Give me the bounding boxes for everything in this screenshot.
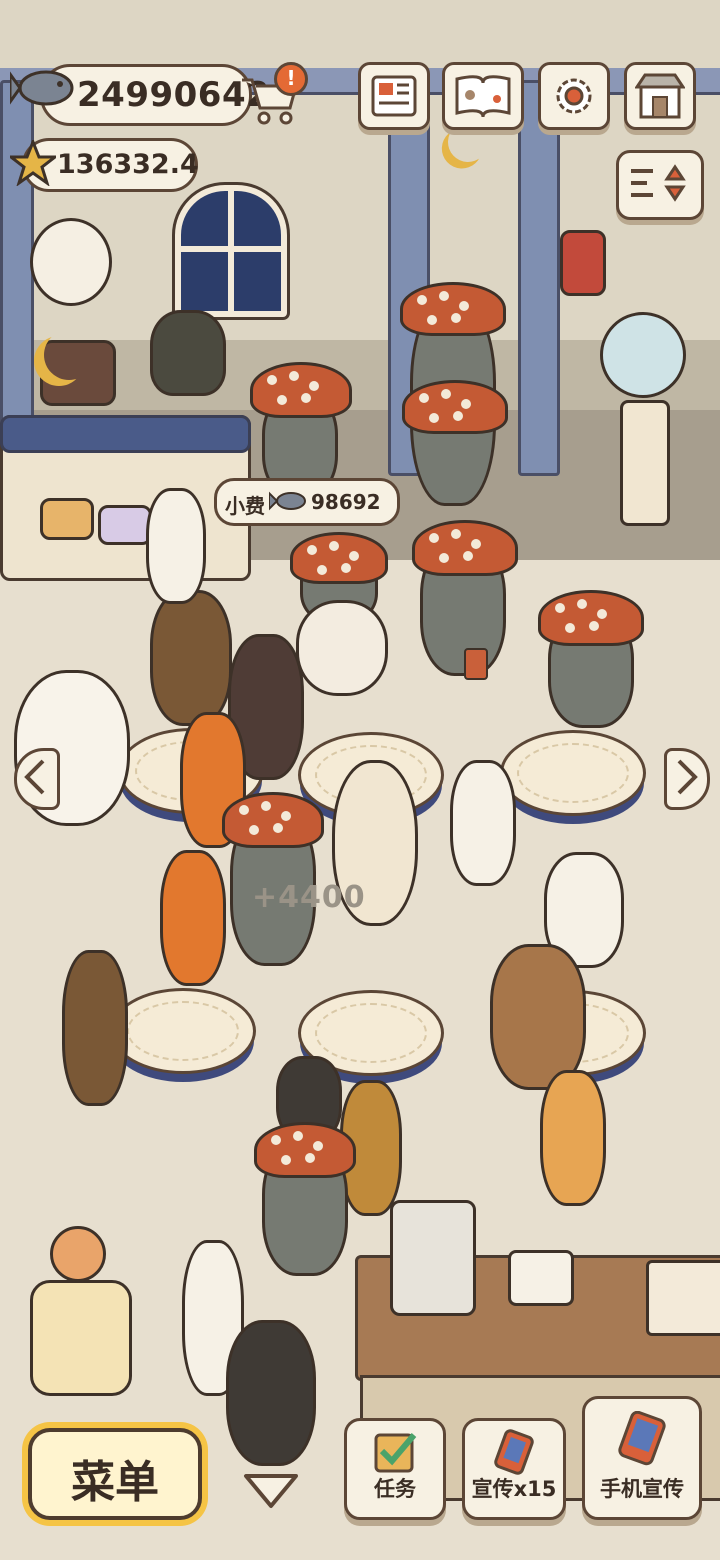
coffee-siphon xyxy=(390,1200,476,1316)
settings-button[interactable] xyxy=(538,62,610,130)
night-window xyxy=(175,185,287,317)
fairy-cat-customer[interactable] xyxy=(540,1070,606,1206)
rabbit-customer[interactable] xyxy=(146,488,206,604)
tip-label: 小费 xyxy=(225,494,265,518)
newspaper-icon xyxy=(371,75,417,117)
paw-book-button[interactable] xyxy=(442,62,524,130)
task-button-label: 任务 xyxy=(374,1477,416,1501)
terrarium-globe xyxy=(600,312,686,398)
black-cat-waiter xyxy=(150,310,226,396)
menu-button-label: 菜单 xyxy=(71,1457,159,1508)
shelf-top xyxy=(0,415,251,453)
floating-reward-text: +4400 xyxy=(252,880,366,915)
chevron-left-icon xyxy=(24,759,45,795)
mushroom-hat xyxy=(254,1122,356,1178)
pillar-right xyxy=(518,80,560,476)
mushroom-hat xyxy=(400,282,506,336)
chinese-knot-decoration xyxy=(560,230,606,296)
coffee-cup xyxy=(508,1250,574,1306)
cafe-scene xyxy=(0,0,720,1560)
cart-alert-badge: ! xyxy=(274,62,308,96)
sort-icon xyxy=(631,164,686,202)
settings-gear-icon xyxy=(556,78,592,114)
tip-value: 98692 xyxy=(311,490,381,514)
goat-customer[interactable] xyxy=(450,760,516,886)
moon-cake-topper xyxy=(44,330,94,380)
badger-customer[interactable] xyxy=(226,1320,316,1466)
fox-customer[interactable] xyxy=(160,850,226,986)
promo-button[interactable]: 宣传x15 xyxy=(462,1418,566,1520)
mushroom-hat xyxy=(250,362,352,418)
cafe-table xyxy=(110,988,256,1074)
newspaper-button[interactable] xyxy=(358,62,430,130)
mushroom-hat xyxy=(222,792,324,848)
phone-order-tag xyxy=(464,648,488,680)
bear-customer[interactable] xyxy=(150,590,232,726)
mushroom-hat xyxy=(412,520,518,576)
phone-icon xyxy=(618,1411,666,1466)
phone-promo-button-label: 手机宣传 xyxy=(600,1477,684,1501)
sort-filter-button[interactable] xyxy=(616,150,704,220)
deer-customer[interactable] xyxy=(62,950,128,1106)
mushroom-hat xyxy=(402,380,508,434)
pancake-stack xyxy=(40,498,94,540)
checklist-icon xyxy=(374,1433,417,1473)
promo-button-label: 宣传x15 xyxy=(471,1477,557,1501)
open-book xyxy=(646,1260,720,1336)
phone-promo-button[interactable]: 手机宣传 xyxy=(582,1396,702,1520)
mushroom-hat xyxy=(290,532,388,584)
pancake-stack xyxy=(98,505,152,545)
cafe-table xyxy=(500,730,646,816)
clock-icon xyxy=(50,1226,106,1282)
paw-book-icon xyxy=(455,75,511,118)
chevron-down-icon[interactable] xyxy=(242,1470,300,1512)
clock-jar xyxy=(30,1280,132,1396)
task-button[interactable]: 任务 xyxy=(344,1418,446,1520)
shop-icon xyxy=(635,73,685,119)
star-currency-value: 136332.4 xyxy=(57,149,199,180)
menu-button[interactable]: 菜单 xyxy=(28,1428,202,1520)
sheep-customer[interactable] xyxy=(296,600,388,696)
phone-promo-icon xyxy=(494,1429,534,1475)
fish-icon xyxy=(10,70,74,106)
chevron-right-icon xyxy=(677,759,698,795)
tip-bubble[interactable]: 小费 98692 xyxy=(214,478,400,526)
mushroom-hat xyxy=(538,590,644,646)
globe-stand xyxy=(620,400,670,526)
shop-button[interactable] xyxy=(624,62,696,130)
cat-mascot xyxy=(30,218,112,306)
capybara-customer[interactable] xyxy=(490,944,586,1090)
fish-icon xyxy=(269,491,306,511)
star-icon xyxy=(10,140,56,186)
